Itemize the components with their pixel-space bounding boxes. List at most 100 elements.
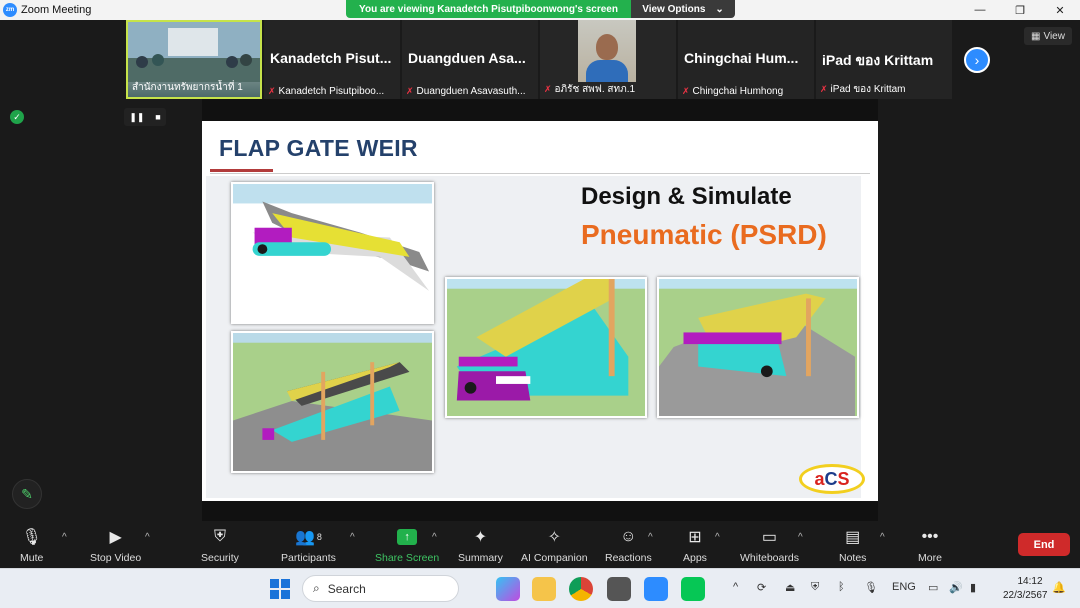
viewing-message: You are viewing Kanadetch Pisutpiboonwon… [346, 0, 631, 18]
emoji-icon: ☺ [620, 528, 637, 545]
volume-icon[interactable]: 🔊 [949, 581, 963, 594]
participant-name: ✗ iPad ของ Krittam [820, 84, 906, 95]
apps-icon: ⊞ [688, 529, 702, 546]
participant-name: สำนักงานทรัพยากรน้ำที่ 1 [132, 82, 243, 93]
encryption-shield-icon[interactable]: ✓ [10, 110, 24, 124]
slide-heading-design: Design & Simulate [581, 183, 792, 210]
annotate-pen-icon[interactable]: ✎ [12, 479, 42, 509]
chrome-browser-icon[interactable] [569, 577, 593, 601]
participant-tile[interactable]: Duangduen Asa... ✗ Duangduen Asavasuth... [402, 20, 538, 99]
gallery-next-button[interactable]: › [964, 47, 990, 73]
participant-name: ✗ Duangduen Asavasuth... [406, 86, 526, 97]
ai-companion-button[interactable]: ✧ AI Companion [521, 526, 588, 564]
participant-tile[interactable]: Kanadetch Pisut... ✗ Kanadetch Pisutpiboo… [264, 20, 400, 99]
taskbar-search[interactable]: ⌕ Search [302, 575, 459, 602]
tray-overflow-icon[interactable]: ^ [733, 581, 738, 593]
minimize-button[interactable]: — [960, 0, 1000, 20]
notes-button[interactable]: ▤ Notes [839, 526, 866, 564]
apps-options-caret[interactable]: ^ [715, 532, 720, 543]
participants-count: 8 [316, 532, 322, 542]
participant-tile[interactable]: สำนักงานทรัพยากรน้ำที่ 1 [126, 20, 262, 99]
shared-screen: FLAP GATE WEIR Design & Simulate Pneumat… [202, 121, 878, 501]
mute-options-caret[interactable]: ^ [62, 532, 67, 543]
participant-name: ✗ Chingchai Humhong [682, 86, 784, 97]
battery-icon[interactable]: ▮ [970, 581, 976, 594]
participants-options-caret[interactable]: ^ [350, 532, 355, 543]
sparkle-icon: ✧ [547, 529, 561, 546]
more-button[interactable]: ••• More [918, 526, 942, 564]
security-tray-icon[interactable]: ⛨ [811, 581, 819, 594]
microphone-tray-icon[interactable]: 🎙 [864, 581, 878, 594]
reactions-options-caret[interactable]: ^ [648, 532, 653, 543]
display-icon[interactable]: ▭ [928, 581, 938, 594]
whiteboards-options-caret[interactable]: ^ [798, 532, 803, 543]
participant-name: ✗ อภิรัช สพฟ. สทภ.1 [544, 84, 636, 95]
participant-tile[interactable]: Chingchai Hum... ✗ Chingchai Humhong [678, 20, 814, 99]
participant-video [578, 20, 636, 82]
participant-gallery: สำนักงานทรัพยากรน้ำที่ 1 Kanadetch Pisut… [126, 20, 952, 99]
mic-muted-icon: ✗ [406, 86, 414, 96]
video-options-caret[interactable]: ^ [145, 532, 150, 543]
language-indicator[interactable]: ENG [892, 581, 916, 593]
share-options-caret[interactable]: ^ [432, 532, 437, 543]
screen-share-banner: You are viewing Kanadetch Pisutpiboonwon… [346, 0, 735, 18]
participants-button[interactable]: 👥 8 Participants [281, 526, 336, 564]
stop-icon[interactable]: ■ [155, 112, 160, 122]
notifications-icon[interactable]: 🔔 [1052, 581, 1066, 594]
flap-gate-render-1 [231, 182, 434, 324]
apps-button[interactable]: ⊞ Apps [683, 526, 707, 564]
taskbar-clock[interactable]: 14:12 22/3/2567 [1003, 575, 1048, 603]
mute-button[interactable]: 🎙 Mute [20, 526, 43, 564]
mic-muted-icon: ✗ [544, 84, 552, 94]
grid-icon: ▦ [1031, 30, 1041, 42]
zoom-logo-icon: zm [3, 3, 17, 17]
title-divider [210, 173, 870, 174]
view-options-label: View Options [642, 3, 706, 15]
view-options-button[interactable]: View Options ⌄ [631, 0, 735, 18]
zoom-app-icon[interactable] [644, 577, 668, 601]
participant-display-name: Chingchai Hum... [684, 50, 799, 66]
window-title: Zoom Meeting [21, 4, 92, 16]
stop-video-button[interactable]: ▶ Stop Video [90, 526, 141, 564]
flap-gate-render-4 [657, 277, 859, 418]
participant-tile[interactable]: ✗ อภิรัช สพฟ. สทภ.1 [540, 20, 676, 99]
share-screen-button[interactable]: ↑ Share Screen [375, 526, 439, 564]
pause-icon[interactable]: ❚❚ [129, 112, 144, 123]
windows-taskbar: ⌕ Search ^ ⟳ ⏏ ⛨ ᛒ 🎙 ENG ▭ 🔊 ▮ 14:12 22/… [0, 568, 1080, 608]
whiteboard-icon: ▭ [761, 529, 778, 546]
title-underline [210, 169, 273, 172]
microphone-icon: 🎙 [21, 529, 42, 546]
participant-tile[interactable]: iPad ของ Krittam ✗ iPad ของ Krittam [816, 20, 952, 99]
notes-options-caret[interactable]: ^ [880, 532, 885, 543]
view-button[interactable]: ▦ View [1024, 27, 1072, 45]
photos-app-icon[interactable] [607, 577, 631, 601]
reactions-button[interactable]: ☺ Reactions [605, 526, 652, 564]
copilot-app-icon[interactable] [496, 577, 520, 601]
shared-screen-bottom-bar [202, 501, 878, 521]
end-meeting-button[interactable]: End [1018, 533, 1070, 556]
window-controls: — ❐ ✕ [960, 0, 1080, 20]
security-button[interactable]: ⛨ Security [201, 526, 239, 564]
acs-logo: aCS [799, 464, 865, 494]
bluetooth-icon[interactable]: ᛒ [838, 581, 845, 593]
share-playback-controls: ❚❚ ■ [124, 108, 166, 126]
mic-muted-icon: ✗ [682, 86, 690, 96]
summary-icon: ✦ [473, 529, 488, 546]
slide-title: FLAP GATE WEIR [219, 135, 418, 161]
clock-date: 22/3/2567 [1003, 590, 1048, 601]
flap-gate-render-3 [445, 277, 647, 418]
more-dots-icon: ••• [921, 528, 939, 545]
participants-icon: 👥 8 [294, 529, 322, 546]
summary-button[interactable]: ✦ Summary [458, 526, 503, 564]
share-screen-icon: ↑ [397, 526, 418, 548]
whiteboards-button[interactable]: ▭ Whiteboards [740, 526, 799, 564]
usb-icon[interactable]: ⏏ [785, 581, 795, 594]
mic-muted-icon: ✗ [820, 84, 828, 94]
windows-start-icon[interactable] [270, 579, 290, 599]
restore-button[interactable]: ❐ [1000, 0, 1040, 20]
chevron-right-icon: › [974, 52, 980, 68]
line-app-icon[interactable] [681, 577, 705, 601]
sync-icon[interactable]: ⟳ [757, 581, 766, 594]
close-button[interactable]: ✕ [1040, 0, 1080, 20]
file-explorer-icon[interactable] [532, 577, 556, 601]
